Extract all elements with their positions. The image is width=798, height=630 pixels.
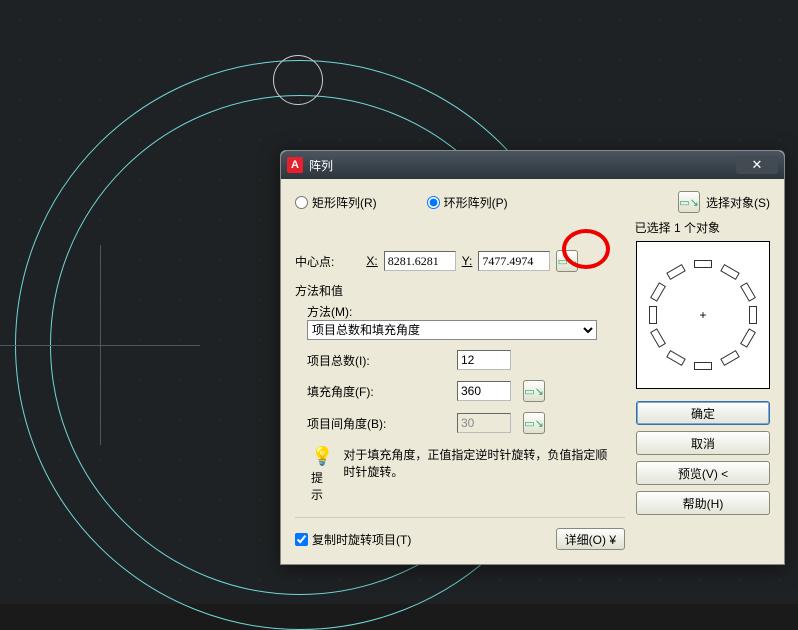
x-input[interactable] [384,251,456,271]
polar-array-radio[interactable]: 环形阵列(P) [427,194,508,211]
help-button[interactable]: 帮助(H) [636,491,770,515]
hint-text: 对于填充角度，正值指定逆时针旋转，负值指定顺时针旋转。 [343,446,615,480]
center-point-label: 中心点: [295,253,334,270]
pick-item-angle-button[interactable]: ▭↘ [523,412,545,434]
selected-status: 已选择 1 个对象 [295,219,770,236]
array-dialog: A 阵列 ✕ 矩形阵列(R) 环形阵列(P) ▭↘ [280,150,785,565]
pick-center-button[interactable]: ▭↘ [556,250,578,272]
pick-fill-angle-icon: ▭↘ [524,385,544,398]
preview-button[interactable]: 预览(V) < [636,461,770,485]
item-angle-input [457,413,511,433]
array-type-radios: 矩形阵列(R) 环形阵列(P) [295,194,672,211]
close-icon: ✕ [752,157,763,173]
hint-label: 提示 [311,469,333,503]
polar-array-radio-input[interactable] [427,196,440,209]
app-icon: A [287,157,303,173]
rect-array-radio[interactable]: 矩形阵列(R) [295,194,377,211]
item-angle-label: 项目间角度(B): [307,415,457,432]
dialog-buttons: 确定 取消 预览(V) < 帮助(H) [636,401,770,515]
total-items-label: 项目总数(I): [307,352,457,369]
y-input[interactable] [478,251,550,271]
dialog-title: 阵列 [309,157,736,174]
select-objects-button[interactable]: ▭↘ [678,191,700,213]
rotate-copy-checkbox-input[interactable] [295,533,308,546]
polar-array-label: 环形阵列(P) [444,194,508,211]
pick-item-angle-icon: ▭↘ [524,417,544,430]
preview-center-cross: + [699,308,706,322]
total-items-input[interactable] [457,350,511,370]
crosshair-vertical [100,245,101,445]
bulb-icon: 💡 [311,446,333,467]
polar-preview: + [648,260,758,370]
select-objects-label: 选择对象(S) [706,194,770,211]
pick-fill-angle-button[interactable]: ▭↘ [523,380,545,402]
close-button[interactable]: ✕ [736,156,778,174]
x-label: X: [366,254,377,268]
titlebar[interactable]: A 阵列 ✕ [281,151,784,179]
select-objects-icon: ▭↘ [679,196,699,209]
y-label: Y: [462,254,473,268]
details-button[interactable]: 详细(O) ¥ [556,528,625,550]
method-select[interactable]: 项目总数和填充角度 [307,320,597,340]
small-circle [273,55,323,105]
pick-center-icon: ▭↘ [558,255,578,268]
fill-angle-label: 填充角度(F): [307,383,457,400]
rect-array-label: 矩形阵列(R) [312,194,377,211]
rotate-copy-checkbox[interactable]: 复制时旋转项目(T) [295,531,411,548]
hint-row: 💡 提示 对于填充角度，正值指定逆时针旋转，负值指定顺时针旋转。 [295,446,615,503]
preview-box: + [636,241,770,389]
fill-angle-input[interactable] [457,381,511,401]
dialog-body: 矩形阵列(R) 环形阵列(P) ▭↘ 选择对象(S) 已选择 1 个对象 中心点… [281,179,784,564]
ok-button[interactable]: 确定 [636,401,770,425]
chevron-down-icon: ¥ [609,533,616,547]
cancel-button[interactable]: 取消 [636,431,770,455]
rect-array-radio-input[interactable] [295,196,308,209]
rotate-copy-label: 复制时旋转项目(T) [312,531,411,548]
